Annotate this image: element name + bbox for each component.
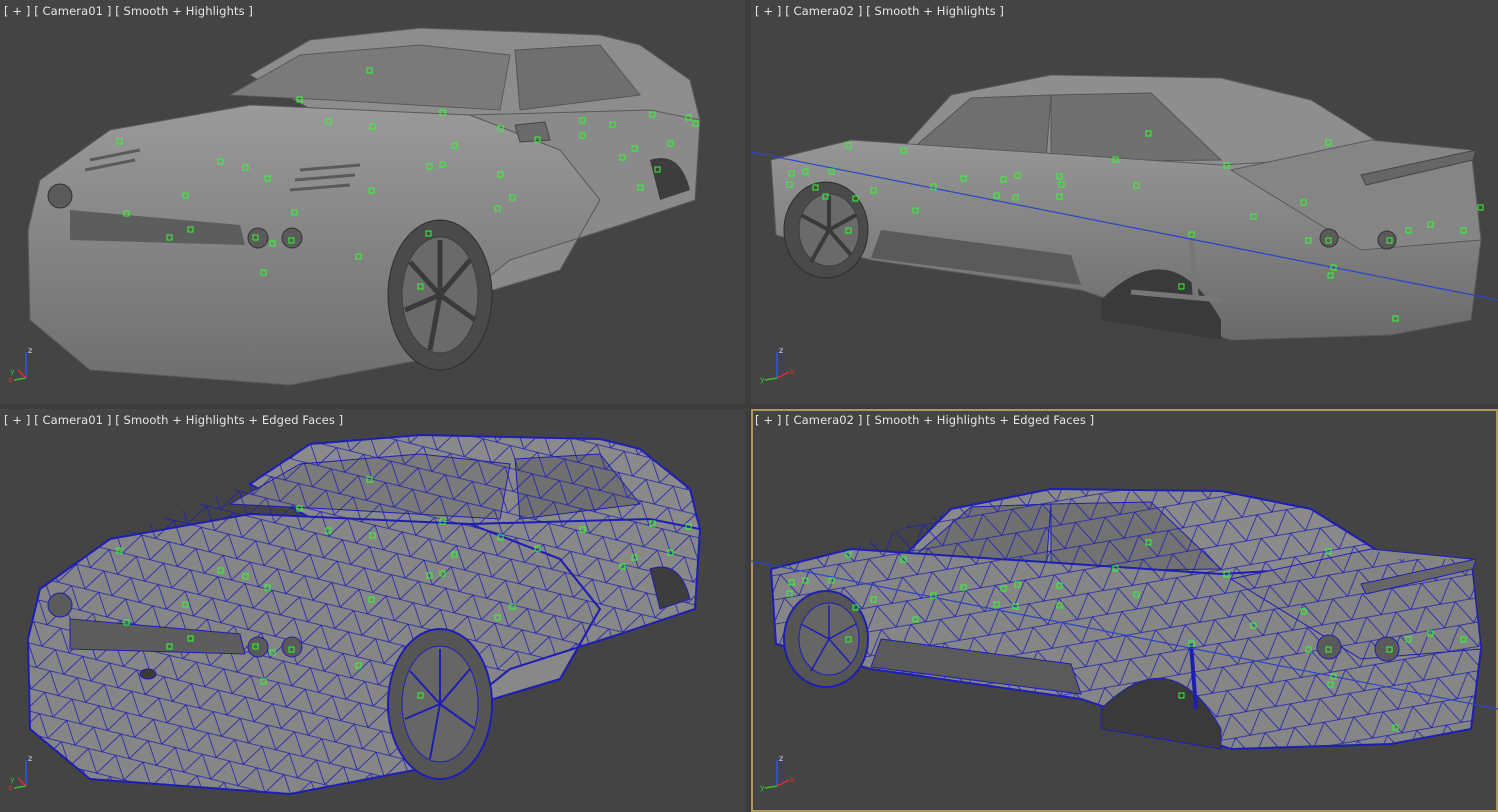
viewport-shading-label[interactable]: [ Smooth + Highlights ]: [115, 4, 253, 18]
viewport-camera-label[interactable]: [ Camera02 ]: [785, 4, 862, 18]
svg-text:z: z: [28, 346, 32, 355]
viewport-shading-label[interactable]: [ Smooth + Highlights + Edged Faces ]: [866, 413, 1094, 427]
svg-text:x: x: [8, 783, 13, 792]
viewport-label: [ + ] [ Camera01 ] [ Smooth + Highlights…: [4, 413, 343, 427]
svg-text:x: x: [790, 775, 795, 784]
viewport-menu-button[interactable]: [ + ]: [755, 4, 781, 18]
viewport-label: [ + ] [ Camera01 ] [ Smooth + Highlights…: [4, 4, 253, 18]
viewport-shading-label[interactable]: [ Smooth + Highlights + Edged Faces ]: [115, 413, 343, 427]
viewport-camera-label[interactable]: [ Camera02 ]: [785, 413, 862, 427]
viewport-camera-label[interactable]: [ Camera01 ]: [34, 4, 111, 18]
viewport-menu-button[interactable]: [ + ]: [755, 413, 781, 427]
svg-text:x: x: [8, 375, 13, 384]
car-model-front-view[interactable]: [0, 0, 745, 404]
axis-gizmo-icon: z x y: [8, 346, 32, 384]
svg-text:y: y: [760, 783, 765, 792]
car-wireframe-rear-view[interactable]: [751, 409, 1498, 812]
viewport-camera02-edged[interactable]: [ + ] [ Camera02 ] [ Smooth + Highlights…: [751, 409, 1498, 812]
axis-gizmo-icon: z x y: [760, 754, 795, 792]
svg-text:z: z: [779, 346, 783, 355]
viewport-camera01-edged[interactable]: [ + ] [ Camera01 ] [ Smooth + Highlights…: [0, 409, 745, 812]
car-model-rear-view[interactable]: [751, 0, 1498, 404]
car-wireframe-front-view[interactable]: [0, 409, 745, 812]
svg-text:y: y: [10, 367, 15, 376]
svg-text:z: z: [28, 754, 32, 763]
svg-text:y: y: [760, 375, 765, 384]
viewport-menu-button[interactable]: [ + ]: [4, 4, 30, 18]
viewport-shading-label[interactable]: [ Smooth + Highlights ]: [866, 4, 1004, 18]
svg-text:x: x: [790, 367, 795, 376]
viewport-camera01-smooth[interactable]: [ + ] [ Camera01 ] [ Smooth + Highlights…: [0, 0, 745, 404]
viewport-menu-button[interactable]: [ + ]: [4, 413, 30, 427]
svg-text:z: z: [779, 754, 783, 763]
viewport-camera-label[interactable]: [ Camera01 ]: [34, 413, 111, 427]
viewport-camera02-smooth[interactable]: [ + ] [ Camera02 ] [ Smooth + Highlights…: [751, 0, 1498, 404]
axis-gizmo-icon: z x y: [760, 346, 795, 384]
viewport-label: [ + ] [ Camera02 ] [ Smooth + Highlights…: [755, 4, 1004, 18]
viewport-label: [ + ] [ Camera02 ] [ Smooth + Highlights…: [755, 413, 1094, 427]
svg-text:y: y: [10, 775, 15, 784]
axis-gizmo-icon: z x y: [8, 754, 32, 792]
